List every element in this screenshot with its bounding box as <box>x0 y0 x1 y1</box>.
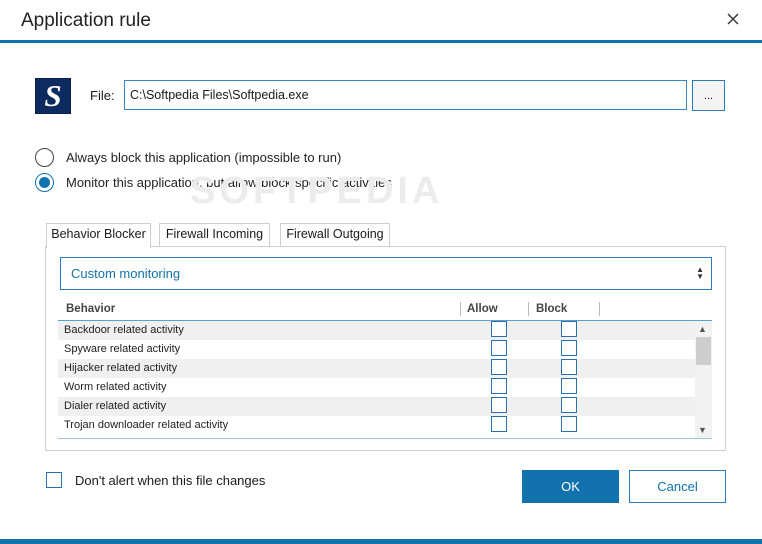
tab-firewall-incoming[interactable]: Firewall Incoming <box>159 223 270 246</box>
application-logo: S <box>35 78 71 114</box>
monitoring-select[interactable]: Custom monitoring ▲ ▼ <box>60 257 712 290</box>
always-block-radio[interactable] <box>35 148 54 167</box>
col-behavior[interactable]: Behavior <box>66 303 115 315</box>
table-row: Trojan downloader related activity <box>58 416 695 435</box>
table-row: Spyware related activity <box>58 340 695 359</box>
col-separator <box>599 302 600 316</box>
allow-checkbox[interactable] <box>491 397 507 413</box>
monitor-radio[interactable] <box>35 173 54 192</box>
col-separator <box>460 302 461 316</box>
file-label: File: <box>90 88 115 103</box>
block-checkbox[interactable] <box>561 340 577 356</box>
tab-behavior-blocker[interactable]: Behavior Blocker <box>46 223 151 248</box>
allow-checkbox[interactable] <box>491 321 507 337</box>
title-accent-bar <box>0 40 762 43</box>
block-checkbox[interactable] <box>561 416 577 432</box>
table-row: Worm related activity <box>58 378 695 397</box>
browse-button[interactable]: ... <box>692 80 725 111</box>
file-path-field[interactable]: C:\Softpedia Files\Softpedia.exe <box>124 80 687 110</box>
behavior-label: Backdoor related activity <box>64 324 184 336</box>
dont-alert-checkbox[interactable] <box>46 472 62 488</box>
watermark: SOFTPEDIA <box>190 170 444 212</box>
scroll-up-icon[interactable]: ▲ <box>698 324 707 334</box>
table-row: Hijacker related activity <box>58 359 695 378</box>
scroll-thumb[interactable] <box>696 337 711 365</box>
scroll-down-icon[interactable]: ▼ <box>698 425 707 435</box>
behavior-label: Worm related activity <box>64 381 167 393</box>
ok-button[interactable]: OK <box>522 470 619 503</box>
behavior-label: Hijacker related activity <box>64 362 178 374</box>
col-allow[interactable]: Allow <box>467 303 498 315</box>
bottom-accent-bar <box>0 539 762 544</box>
monitoring-select-value: Custom monitoring <box>71 266 181 281</box>
behavior-label: Dialer related activity <box>64 400 167 412</box>
tab-firewall-outgoing[interactable]: Firewall Outgoing <box>280 223 390 246</box>
always-block-label: Always block this application (impossibl… <box>66 150 342 165</box>
window-title: Application rule <box>21 10 151 31</box>
dont-alert-label: Don't alert when this file changes <box>75 473 266 488</box>
block-checkbox[interactable] <box>561 321 577 337</box>
title-bar: Application rule <box>0 0 762 40</box>
allow-checkbox[interactable] <box>491 416 507 432</box>
allow-checkbox[interactable] <box>491 359 507 375</box>
block-checkbox[interactable] <box>561 378 577 394</box>
table-row: Dialer related activity <box>58 397 695 416</box>
block-checkbox[interactable] <box>561 397 577 413</box>
block-checkbox[interactable] <box>561 359 577 375</box>
allow-checkbox[interactable] <box>491 378 507 394</box>
table-scrollbar[interactable]: ▲ ▼ <box>695 321 712 438</box>
allow-checkbox[interactable] <box>491 340 507 356</box>
behavior-label: Spyware related activity <box>64 343 181 355</box>
table-row: Backdoor related activity <box>58 321 695 340</box>
col-block[interactable]: Block <box>536 303 567 315</box>
close-icon[interactable] <box>724 10 742 28</box>
updown-arrows-icon: ▲ ▼ <box>696 265 704 281</box>
table-bottom-divider <box>58 438 712 439</box>
behavior-label: Trojan downloader related activity <box>64 419 229 431</box>
col-separator <box>528 302 529 316</box>
cancel-button[interactable]: Cancel <box>629 470 726 503</box>
